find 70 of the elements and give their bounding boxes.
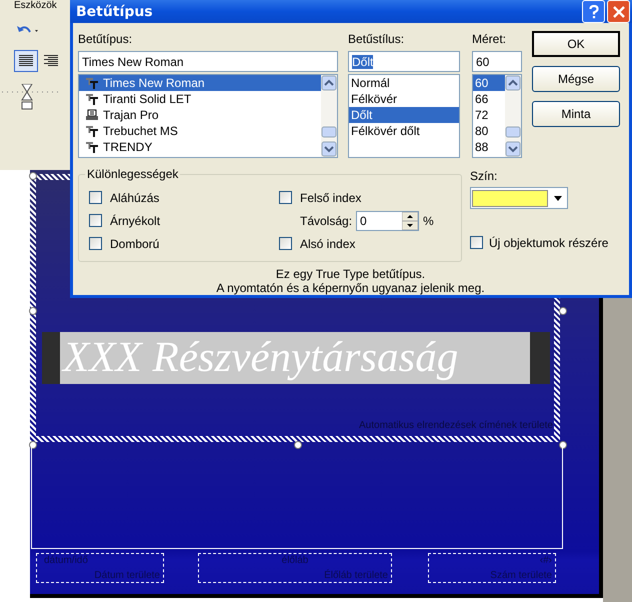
resize-handle[interactable] xyxy=(29,306,37,314)
list-item[interactable]: 66 xyxy=(473,91,505,107)
field-label: Szín: xyxy=(470,168,498,185)
list-item[interactable]: 60 xyxy=(473,75,505,91)
info-text: Ez egy True Type betűtípus. xyxy=(276,267,426,281)
resize-handle[interactable] xyxy=(294,441,302,449)
list-item[interactable]: 88 xyxy=(473,139,505,155)
list-item[interactable]: Trajan Pro xyxy=(79,107,321,123)
checkbox-label: Alsó index xyxy=(300,236,356,250)
dialog-button[interactable]: Minta xyxy=(532,101,620,127)
checkbox-label: Domború xyxy=(110,236,160,250)
list-item[interactable]: Félkövér xyxy=(349,91,459,107)
field-label: Betűtípus: xyxy=(78,31,134,48)
checkbox[interactable] xyxy=(89,191,102,204)
menu-item[interactable]: Eszközök xyxy=(0,0,70,12)
footer-label: Szám területe xyxy=(490,570,552,581)
unit-label: % xyxy=(423,214,434,228)
info-text: A nyomtatón és a képernyőn ugyanaz jelenik meg. xyxy=(216,281,485,295)
group-title: Különlegességek xyxy=(85,167,180,181)
footer-field: dátum/idő xyxy=(44,555,88,566)
list-item[interactable]: 80 xyxy=(473,123,505,139)
input-field[interactable]: Times New Roman xyxy=(78,51,338,72)
truetype-icon xyxy=(85,77,99,89)
footer-field: ‹#› xyxy=(540,555,552,566)
close-icon xyxy=(612,6,624,18)
truetype-icon xyxy=(85,141,99,153)
input-field[interactable]: 60 xyxy=(472,51,522,72)
help-button[interactable] xyxy=(582,0,605,23)
field-label: Méret: xyxy=(472,31,508,48)
list-item[interactable]: TRENDY xyxy=(79,139,321,155)
checkbox-label: Árnyékolt xyxy=(110,214,160,228)
spin-field[interactable]: 0 xyxy=(356,210,420,230)
checkbox-label: Új objektumok részére xyxy=(489,236,608,250)
checkbox-label: Aláhúzás xyxy=(110,190,160,204)
footer-label: Élőláb területe xyxy=(324,570,388,581)
checkbox[interactable] xyxy=(279,191,292,204)
list-item[interactable]: Dőlt xyxy=(349,107,459,123)
checkbox[interactable] xyxy=(470,236,483,249)
field-label: Távolság: xyxy=(300,214,352,228)
list-item[interactable]: 72 xyxy=(473,107,505,123)
checkbox[interactable] xyxy=(279,237,292,250)
align-left-icon[interactable] xyxy=(14,50,38,72)
resize-handle[interactable] xyxy=(29,172,37,180)
list-item[interactable]: Tiranti Solid LET xyxy=(79,91,321,107)
scrollbar[interactable] xyxy=(321,75,337,157)
spin-arrows-icon[interactable] xyxy=(402,212,418,230)
list-item[interactable]: Félkövér dőlt xyxy=(349,123,459,139)
list-item[interactable]: Times New Roman xyxy=(79,75,321,91)
scrollbar[interactable] xyxy=(505,75,521,157)
printer-icon xyxy=(85,109,99,121)
truetype-icon xyxy=(85,93,99,105)
resize-handle[interactable] xyxy=(559,441,567,449)
checkbox[interactable] xyxy=(89,237,102,250)
dialog-button[interactable]: OK xyxy=(532,31,620,57)
input-field[interactable]: Dőlt xyxy=(348,51,460,72)
resize-handle[interactable] xyxy=(559,306,567,314)
footer-label: Dátum területe xyxy=(94,570,160,581)
window-title: Betűtípus xyxy=(76,4,153,20)
placeholder-label: Automatikus elrendezések címének területe xyxy=(359,420,553,431)
field-label: Betűstílus: xyxy=(348,31,406,48)
footer-field: élőláb xyxy=(282,555,308,566)
list-item[interactable]: Trebuchet MS xyxy=(79,123,321,139)
truetype-icon xyxy=(85,125,99,137)
checkbox-label: Felső index xyxy=(300,190,362,204)
list-item[interactable]: Normál xyxy=(349,75,459,91)
close-button[interactable] xyxy=(607,0,630,23)
help-icon xyxy=(588,4,598,18)
dialog-button[interactable]: Mégse xyxy=(532,66,620,92)
color-dropdown[interactable] xyxy=(470,187,568,209)
checkbox[interactable] xyxy=(89,214,102,227)
